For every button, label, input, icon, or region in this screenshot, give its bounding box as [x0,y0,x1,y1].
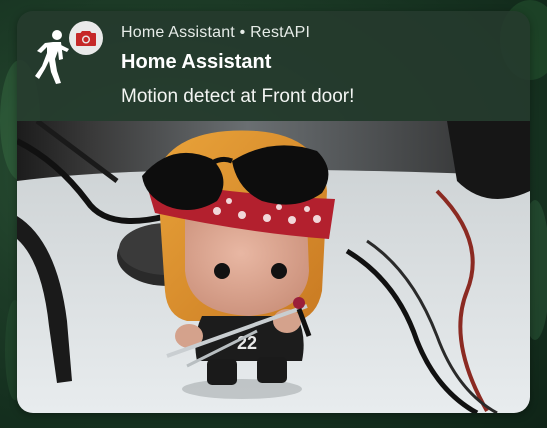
snapshot-photo[interactable]: 22 [17,121,530,413]
notification-icon-group [31,19,111,99]
source-name: RestAPI [250,24,311,41]
notification-card[interactable]: Home Assistant • RestAPI Home Assistant … [17,11,530,413]
notification-header: Home Assistant • RestAPI Home Assistant … [17,11,530,119]
camera-icon [76,31,96,46]
app-name: Home Assistant [121,24,235,41]
notification-message: Motion detect at Front door! [121,86,355,107]
notification-title: Home Assistant [121,51,272,73]
notification-source-line: Home Assistant • RestAPI [121,24,310,42]
separator-dot: • [239,24,246,41]
camera-badge [69,21,103,55]
